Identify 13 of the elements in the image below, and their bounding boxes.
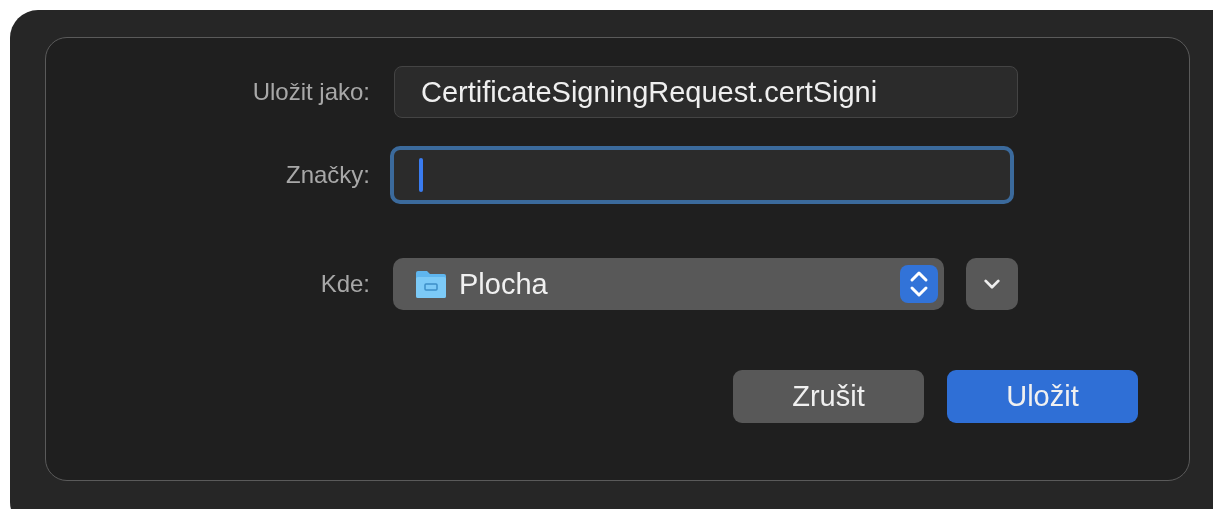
tags-field[interactable]: [390, 146, 1014, 204]
text-cursor: [419, 158, 423, 192]
expand-button[interactable]: [966, 258, 1018, 310]
folder-icon: [415, 269, 447, 299]
filename-field[interactable]: CertificateSigningRequest.certSigni: [394, 66, 1018, 118]
field-label: Kde:: [319, 270, 370, 298]
cancel-button[interactable]: Zrušit: [733, 370, 924, 423]
field-label: Značky:: [284, 161, 370, 189]
chevron-down-icon: [983, 278, 1001, 290]
save-button[interactable]: Uložit: [947, 370, 1138, 423]
field-label: Uložit jako:: [251, 78, 370, 106]
up-down-chevron-icon: [900, 265, 938, 303]
location-popup[interactable]: Plocha: [393, 258, 944, 310]
